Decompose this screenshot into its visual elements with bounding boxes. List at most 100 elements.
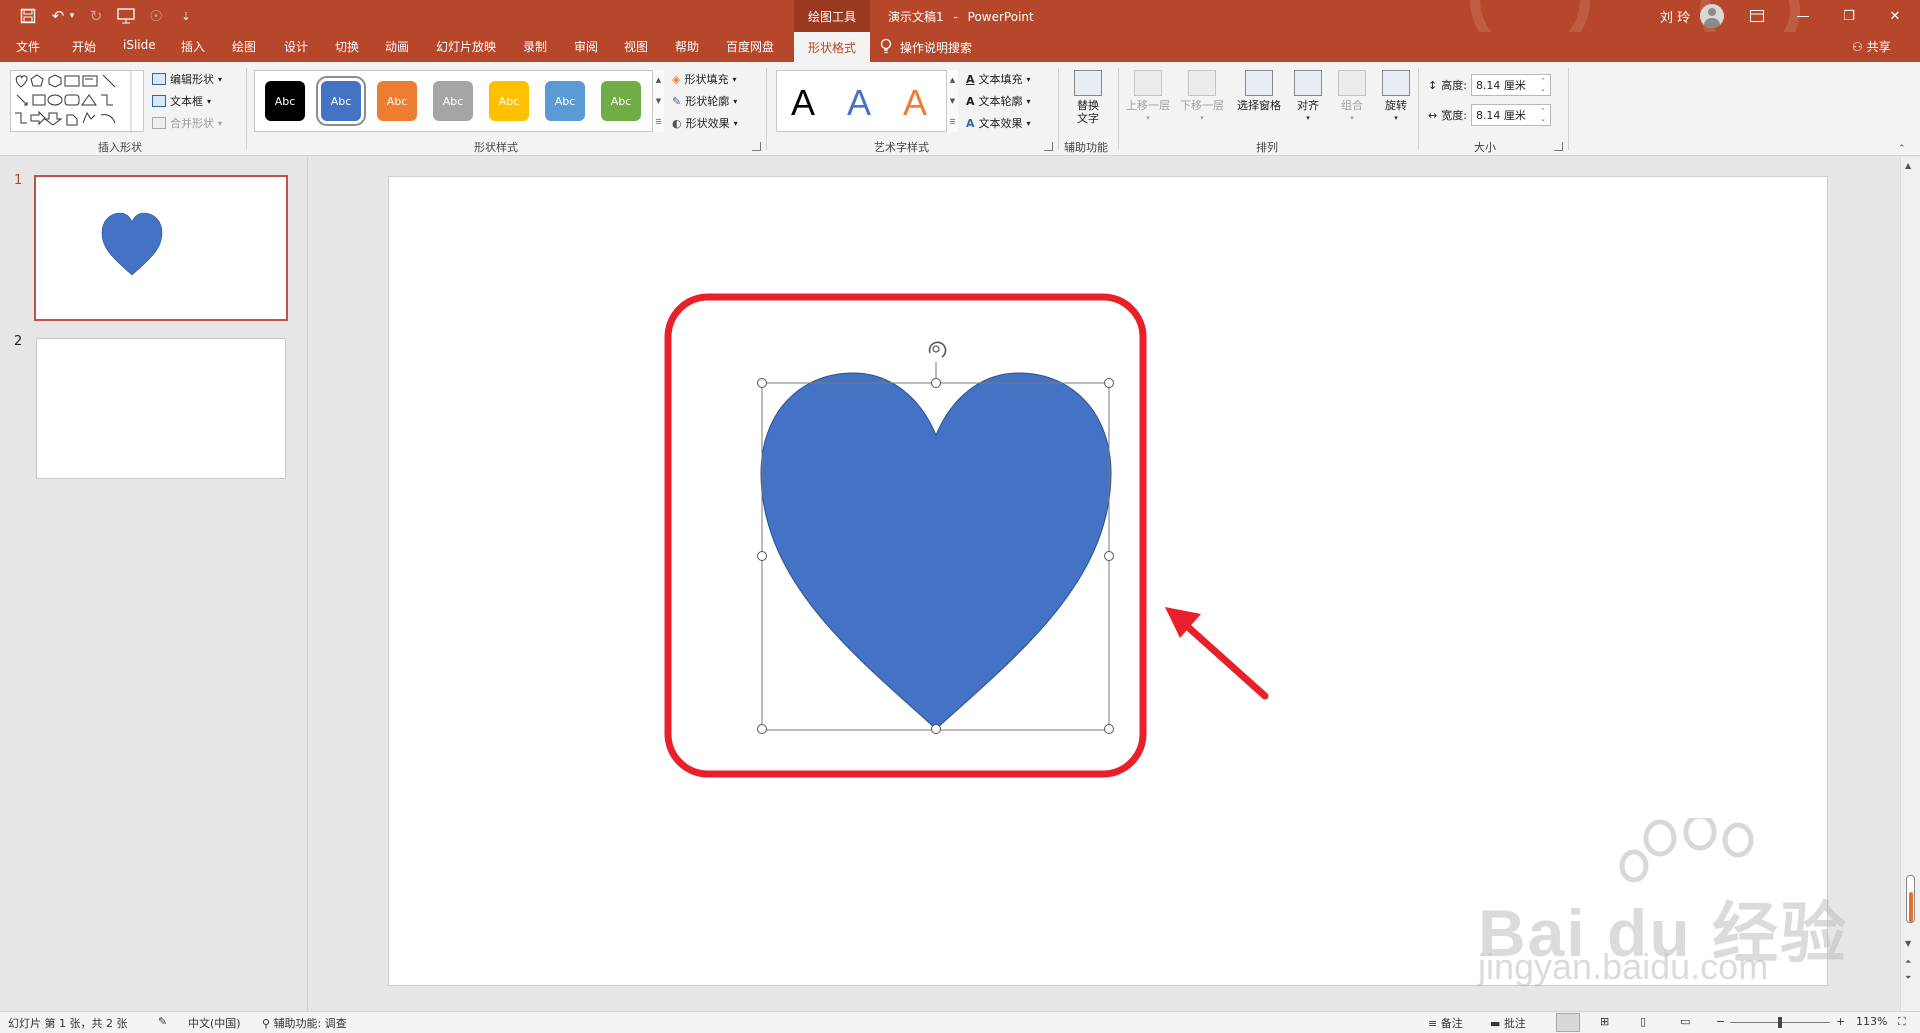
slide-thumbnail-2[interactable] (36, 338, 286, 479)
tab-baidu-netdisk[interactable]: 百度网盘 (726, 38, 774, 55)
chevron-down-icon[interactable]: ▼ (656, 97, 661, 105)
chevron-up-icon[interactable]: ▲ (656, 76, 661, 84)
shape-style-swatch[interactable]: Abc (489, 81, 529, 121)
heart-shape[interactable] (760, 372, 1112, 730)
shape-outline-button[interactable]: ✎ 形状轮廓 ▾ (672, 93, 737, 109)
ribbon-display-options-icon[interactable] (1734, 0, 1780, 32)
tab-review[interactable]: 审阅 (574, 38, 598, 55)
start-slideshow-icon[interactable] (114, 4, 138, 28)
accessibility-checker[interactable]: ⚲ 辅助功能: 调查 (262, 1015, 347, 1031)
resize-handle-right[interactable] (1104, 551, 1114, 561)
resize-handle-top[interactable] (931, 378, 941, 388)
notes-button[interactable]: ≡ 备注 (1428, 1015, 1463, 1031)
shape-style-swatch[interactable]: Abc (265, 81, 305, 121)
edit-shape-button[interactable]: 编辑形状 ▾ (152, 71, 222, 87)
spell-check-icon[interactable]: ✎ (158, 1015, 167, 1028)
fit-to-window-icon[interactable]: ⛶ (1898, 1015, 1906, 1029)
minimize-icon[interactable]: — (1780, 0, 1826, 32)
collapse-ribbon-icon[interactable]: ⌃ (1898, 144, 1906, 154)
size-dialog-launcher[interactable] (1554, 142, 1563, 151)
scroll-down-icon[interactable]: ▼ (1905, 939, 1911, 948)
resize-handle-bottom-left[interactable] (757, 724, 767, 734)
bring-forward-button[interactable]: 上移一层 ▾ (1126, 70, 1170, 130)
save-icon[interactable] (16, 4, 40, 28)
normal-view-icon[interactable] (1556, 1013, 1580, 1032)
wordart-style[interactable]: A (847, 83, 871, 123)
text-box-button[interactable]: 文本框 ▾ (152, 93, 211, 109)
language-indicator[interactable]: 中文(中国) (188, 1015, 241, 1031)
align-button[interactable]: 对齐 ▾ (1286, 70, 1330, 130)
wordart-style[interactable]: A (791, 83, 815, 123)
tab-draw[interactable]: 绘图 (232, 38, 256, 55)
scroll-up-icon[interactable]: ▲ (1905, 161, 1911, 170)
wordart-dialog-launcher[interactable] (1044, 142, 1053, 151)
wordart-style[interactable]: A (903, 83, 927, 123)
slide-sorter-view-icon[interactable]: ⊞ (1600, 1015, 1609, 1028)
shape-effects-button[interactable]: ◐ 形状效果 ▾ (672, 115, 738, 131)
shape-height-input[interactable]: 8.14 厘米 (1470, 74, 1551, 96)
vertical-scrollbar[interactable]: ▲ ▼ ⏶ ⏷ (1900, 157, 1920, 1011)
gallery-more-icon[interactable]: ☰ (655, 118, 661, 126)
tab-help[interactable]: 帮助 (675, 38, 699, 55)
zoom-level[interactable]: 113% (1856, 1015, 1887, 1028)
chevron-up-icon[interactable]: ▲ (950, 76, 955, 84)
slideshow-view-icon[interactable]: ▭ (1680, 1015, 1690, 1028)
shape-width-input[interactable]: 8.14 厘米 (1470, 104, 1551, 126)
tab-view[interactable]: 视图 (624, 38, 648, 55)
shapes-gallery[interactable] (10, 70, 144, 133)
slide-thumbnail-1[interactable] (34, 175, 288, 321)
rotation-handle-icon[interactable] (928, 341, 947, 358)
tab-slideshow[interactable]: 幻灯片放映 (436, 38, 496, 55)
shape-style-swatch[interactable]: Abc (316, 76, 366, 126)
customize-qat-icon[interactable]: ⇣ (174, 4, 198, 28)
close-icon[interactable]: ✕ (1872, 0, 1918, 32)
tab-islide[interactable]: iSlide (123, 38, 156, 52)
text-outline-button[interactable]: A 文本轮廓 ▾ (966, 93, 1031, 109)
undo-dropdown-icon[interactable]: ▾ (66, 4, 78, 28)
send-backward-button[interactable]: 下移一层 ▾ (1180, 70, 1224, 130)
tab-insert[interactable]: 插入 (181, 38, 205, 55)
zoom-out-button[interactable]: − (1716, 1015, 1725, 1028)
next-slide-icon[interactable]: ⏷ (1905, 973, 1911, 983)
selection-pane-button[interactable]: 选择窗格 (1234, 70, 1284, 130)
tab-file[interactable]: 文件 (16, 38, 40, 55)
rotate-button[interactable]: 旋转 ▾ (1374, 70, 1418, 130)
avatar[interactable] (1700, 4, 1724, 28)
user-name[interactable]: 刘 玲 (1660, 7, 1690, 26)
scroll-thumb[interactable] (1906, 875, 1915, 923)
tab-record[interactable]: 录制 (523, 38, 547, 55)
previous-slide-icon[interactable]: ⏶ (1905, 957, 1911, 967)
tab-animations[interactable]: 动画 (385, 38, 409, 55)
group-button[interactable]: 组合 ▾ (1330, 70, 1374, 130)
tell-me-search[interactable]: 操作说明搜索 (880, 38, 972, 57)
shape-fill-button[interactable]: ◈ 形状填充 ▾ (672, 71, 736, 87)
reading-view-icon[interactable]: ▯ (1640, 1015, 1646, 1028)
wordart-gallery-scroll[interactable]: ▲ ▼ ☰ (946, 70, 958, 132)
resize-handle-top-left[interactable] (757, 378, 767, 388)
gallery-more-icon[interactable]: ☰ (949, 118, 955, 126)
shape-style-swatch[interactable]: Abc (433, 81, 473, 121)
share-button[interactable]: ⚇ 共享 (1852, 38, 1891, 55)
shape-styles-gallery-scroll[interactable]: ▲ ▼ ☰ (652, 70, 664, 132)
shape-style-swatch[interactable]: Abc (545, 81, 585, 121)
tab-design[interactable]: 设计 (284, 38, 308, 55)
shape-style-swatch[interactable]: Abc (377, 81, 417, 121)
slide-canvas[interactable] (388, 176, 1828, 986)
merge-shapes-button[interactable]: 合并形状 ▾ (152, 115, 222, 131)
resize-handle-bottom-right[interactable] (1104, 724, 1114, 734)
text-effects-button[interactable]: A 文本效果 ▾ (966, 115, 1031, 131)
touch-mode-icon[interactable]: ☉ (144, 4, 168, 28)
zoom-slider-thumb[interactable] (1778, 1017, 1782, 1028)
tab-shape-format[interactable]: 形状格式 (794, 32, 870, 62)
chevron-down-icon[interactable]: ▼ (950, 97, 955, 105)
resize-handle-top-right[interactable] (1104, 378, 1114, 388)
redo-icon[interactable]: ↻ (84, 4, 108, 28)
resize-handle-bottom[interactable] (931, 724, 941, 734)
shape-styles-dialog-launcher[interactable] (752, 142, 761, 151)
tab-home[interactable]: 开始 (72, 38, 96, 55)
shape-style-swatch[interactable]: Abc (601, 81, 641, 121)
comments-button[interactable]: ▬ 批注 (1490, 1015, 1526, 1031)
resize-handle-left[interactable] (757, 551, 767, 561)
text-fill-button[interactable]: A 文本填充 ▾ (966, 71, 1031, 87)
restore-icon[interactable]: ❐ (1826, 0, 1872, 32)
